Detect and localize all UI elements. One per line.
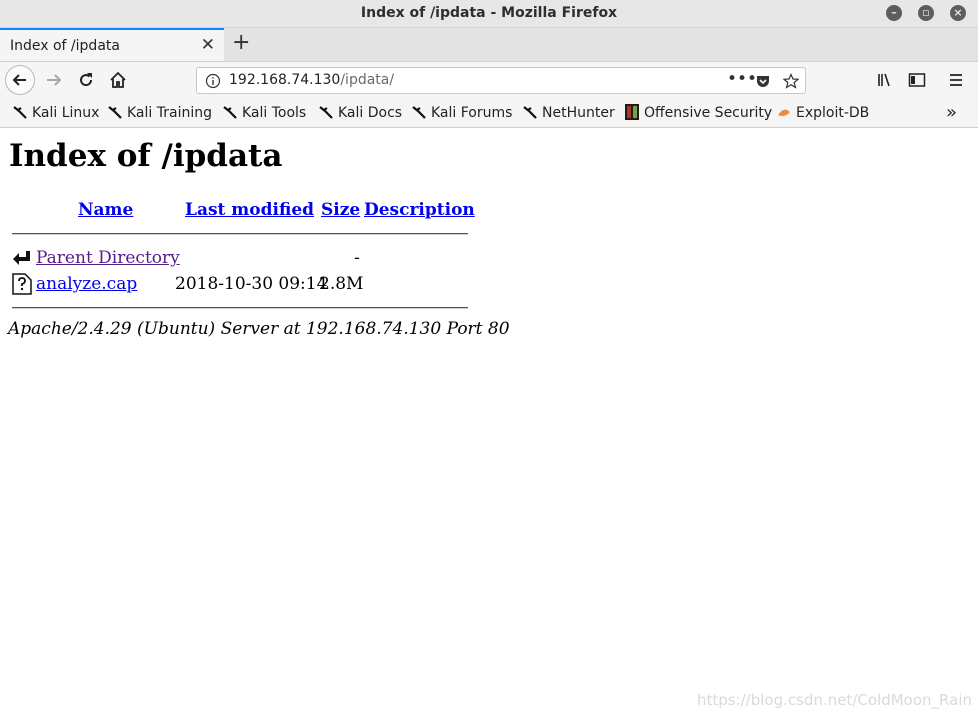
sort-by-size-link[interactable]: Size (321, 200, 360, 220)
window-title: Index of /ipdata - Mozilla Firefox (360, 5, 618, 21)
bookmark-label: Kali Tools (242, 105, 307, 121)
bookmark-exploit-db[interactable]: Exploit-DB (776, 104, 869, 121)
info-icon[interactable] (205, 73, 221, 89)
reload-icon[interactable] (76, 70, 96, 90)
sort-by-description-link[interactable]: Description (364, 200, 475, 220)
unknown-file-icon (12, 273, 32, 295)
minimize-icon[interactable]: – (886, 5, 902, 21)
url-host: 192.168.74.130 (229, 72, 341, 88)
sort-by-modified-link[interactable]: Last modified (185, 200, 314, 220)
tab-close-icon[interactable]: ✕ (201, 35, 215, 55)
page-title: Index of /ipdata (9, 138, 283, 174)
back-arrow-icon (13, 251, 30, 265)
sort-by-name-link[interactable]: Name (78, 200, 133, 220)
divider (12, 233, 468, 235)
forward-icon[interactable] (44, 70, 64, 90)
new-tab-button[interactable]: + (232, 31, 250, 55)
navigation-bar: 192.168.74.130/ipdata/ ••• (0, 62, 978, 100)
page-content: Index of /ipdata Name Last modified Size… (0, 128, 978, 717)
url-text: 192.168.74.130/ipdata/ (229, 72, 394, 88)
home-icon[interactable] (108, 70, 128, 90)
kali-dragon-icon (523, 106, 537, 119)
list-item: analyze.cap (36, 274, 137, 294)
tab-strip: Index of /ipdata ✕ + (0, 28, 978, 62)
bookmark-star-icon[interactable] (783, 73, 799, 89)
kali-dragon-icon (223, 106, 237, 119)
exploitdb-icon (778, 109, 790, 116)
bookmark-kali-tools[interactable]: Kali Tools (222, 104, 306, 121)
bookmark-label: Kali Docs (338, 105, 403, 121)
bookmark-label: Kali Training (127, 105, 212, 121)
list-item: Parent Directory (36, 248, 180, 268)
bookmark-kali-training[interactable]: Kali Training (107, 104, 212, 121)
maximize-icon[interactable]: ▫ (918, 5, 934, 21)
bookmark-kali-forums[interactable]: Kali Forums (411, 104, 512, 121)
back-arrow-icon (12, 74, 26, 86)
file-size: 2.8M (319, 274, 364, 294)
parent-directory-link[interactable]: Parent Directory (36, 248, 180, 268)
kali-dragon-icon (13, 106, 27, 119)
kali-dragon-icon (319, 106, 333, 119)
file-link-analyze-cap[interactable]: analyze.cap (36, 274, 137, 294)
url-path: /ipdata/ (340, 72, 395, 88)
bookmark-label: Offensive Security (644, 105, 773, 121)
divider (12, 307, 468, 309)
tab-title: Index of /ipdata (10, 38, 120, 54)
library-icon[interactable] (876, 70, 896, 90)
close-window-icon[interactable]: × (950, 5, 966, 21)
window-titlebar: Index of /ipdata - Mozilla Firefox – ▫ × (0, 0, 978, 28)
more-bookmarks-icon[interactable]: » (946, 102, 957, 123)
bookmarks-toolbar: Kali Linux Kali Training Kali Tools Kali… (0, 100, 978, 128)
url-bar[interactable]: 192.168.74.130/ipdata/ ••• (196, 67, 806, 94)
bookmark-label: NetHunter (542, 105, 615, 121)
bookmark-nethunter[interactable]: NetHunter (522, 104, 615, 121)
kali-dragon-icon (412, 106, 426, 119)
bookmark-kali-docs[interactable]: Kali Docs (318, 104, 402, 121)
watermark: https://blog.csdn.net/ColdMoon_Rain (696, 691, 972, 709)
tab-active[interactable]: Index of /ipdata ✕ (0, 28, 224, 61)
hamburger-menu-icon[interactable] (946, 70, 966, 90)
bookmark-label: Exploit-DB (796, 105, 870, 121)
file-size: - (354, 248, 360, 268)
bookmark-label: Kali Forums (431, 105, 513, 121)
page-actions-icon[interactable]: ••• (727, 69, 757, 89)
bookmark-label: Kali Linux (32, 105, 100, 121)
bookmark-offensive-security[interactable]: Offensive Security (624, 104, 772, 121)
bookmark-kali-linux[interactable]: Kali Linux (12, 104, 99, 121)
offsec-icon (625, 104, 639, 120)
pocket-icon[interactable] (755, 73, 771, 89)
back-button[interactable] (5, 65, 35, 95)
kali-dragon-icon (108, 106, 122, 119)
sidebar-icon[interactable] (907, 70, 927, 90)
server-signature: Apache/2.4.29 (Ubuntu) Server at 192.168… (8, 319, 510, 339)
file-modified: 2018-10-30 09:14 (175, 274, 328, 294)
